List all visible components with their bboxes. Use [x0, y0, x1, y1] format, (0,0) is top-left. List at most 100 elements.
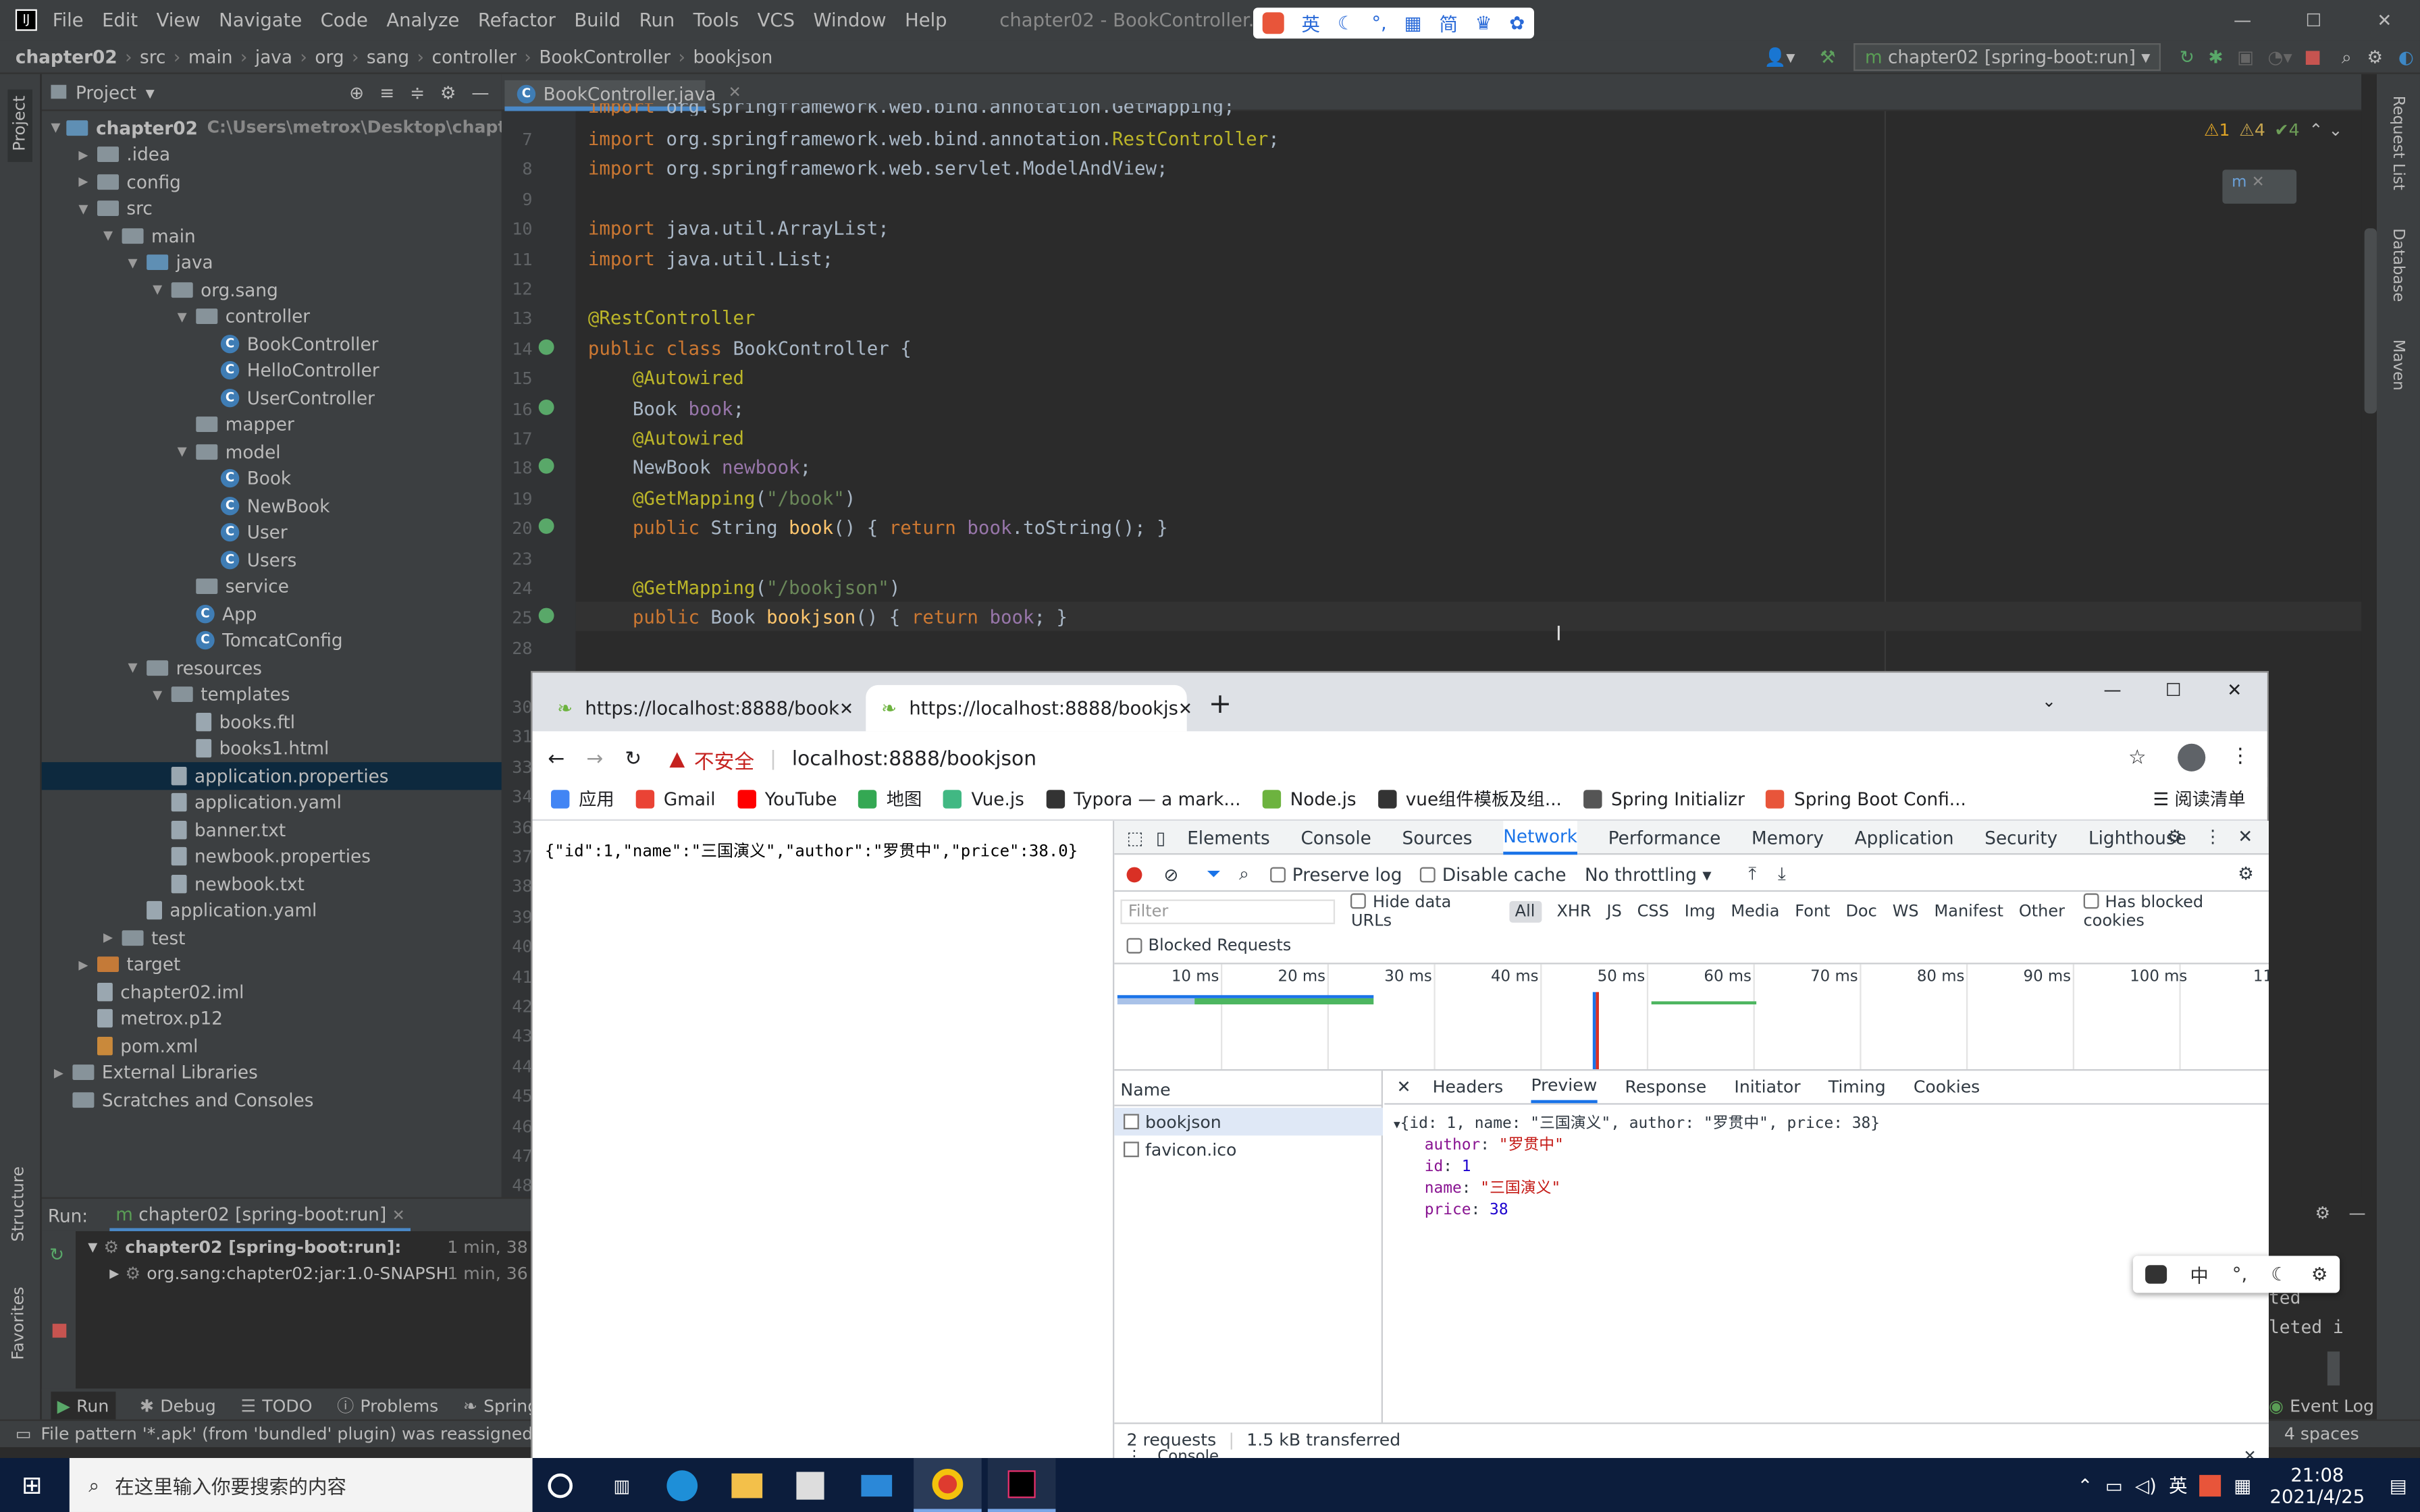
menu-tools[interactable]: Tools — [693, 9, 739, 31]
search-icon[interactable]: ⌕ — [2342, 45, 2352, 68]
type-filter-all[interactable]: All — [1508, 900, 1542, 923]
collapse-icon[interactable]: ≑ — [410, 82, 425, 103]
close-tab-icon[interactable]: ✕ — [839, 698, 853, 718]
code-line[interactable]: @GetMapping("/bookjson") — [588, 577, 900, 599]
chevron-down-icon[interactable]: ▼ — [101, 229, 116, 243]
maven-popup[interactable]: m ✕ — [2222, 169, 2297, 204]
rerun-icon[interactable]: ↻ — [2180, 47, 2194, 68]
code-line[interactable]: @RestController — [588, 308, 756, 329]
breadcrumb-item[interactable]: src — [140, 45, 165, 67]
tree-item[interactable]: C NewBook — [42, 492, 502, 519]
sogou-tray-icon[interactable] — [2199, 1474, 2221, 1496]
tree-item[interactable]: ▼ src — [42, 195, 502, 222]
throttling-select[interactable]: No throttling ▾ — [1585, 863, 1712, 885]
detail-tab-preview[interactable]: Preview — [1531, 1071, 1598, 1104]
detail-tab-cookies[interactable]: Cookies — [1914, 1073, 1980, 1102]
breadcrumb-item[interactable]: main — [188, 45, 233, 67]
chevron-down-icon[interactable]: ▼ — [76, 202, 91, 216]
code-line[interactable]: import org.springframework.web.bind.anno… — [588, 128, 1280, 150]
menu-vcs[interactable]: VCS — [758, 9, 795, 31]
tree-item[interactable]: C BookController — [42, 330, 502, 357]
input-lang[interactable]: 英 — [2169, 1472, 2187, 1498]
export-icon[interactable]: ⤓ — [1778, 863, 1786, 886]
menu-file[interactable]: File — [53, 9, 84, 31]
menu-help[interactable]: Help — [905, 9, 947, 31]
devtools-tab-network[interactable]: Network — [1503, 819, 1578, 855]
breadcrumb-item[interactable]: controller — [431, 45, 516, 67]
moon-icon[interactable]: ☾ — [1338, 12, 1354, 34]
run-config-select[interactable]: m chapter02 [spring-boot:run] ▾ — [1853, 43, 2161, 72]
tool-tab-debug[interactable]: ✱ Debug — [140, 1395, 216, 1415]
tree-item[interactable]: C HelloController — [42, 357, 502, 384]
chevron-down-icon[interactable]: ▼ — [174, 310, 190, 324]
bean-gutter-icon[interactable] — [538, 399, 554, 414]
bookmark-item[interactable]: YouTube — [737, 788, 837, 809]
tree-item[interactable]: newbook.txt — [42, 870, 502, 897]
menu-edit[interactable]: Edit — [102, 9, 138, 31]
detail-tab-initiator[interactable]: Initiator — [1734, 1073, 1800, 1102]
menu-analyze[interactable]: Analyze — [386, 9, 459, 31]
breadcrumb-item[interactable]: chapter02 — [16, 45, 117, 67]
store-icon[interactable] — [797, 1471, 825, 1499]
code-line[interactable]: import java.util.List; — [588, 248, 833, 269]
bookmark-item[interactable]: 地图 — [858, 786, 922, 811]
tree-item[interactable]: ▼ org.sang — [42, 276, 502, 303]
code-line[interactable]: NewBook newbook; — [588, 457, 811, 479]
tree-item[interactable]: banner.txt — [42, 816, 502, 843]
blocked-requests-checkbox[interactable]: Blocked Requests — [1126, 932, 1291, 960]
user-icon[interactable]: 👤▾ — [1764, 47, 1795, 68]
breadcrumb-item[interactable]: bookjson — [693, 45, 772, 67]
chevron-down-icon[interactable]: ▼ — [150, 283, 165, 297]
devtools-tab-application[interactable]: Application — [1855, 821, 1954, 853]
type-filter-other[interactable]: Other — [2019, 902, 2065, 921]
bookmark-item[interactable]: 应用 — [550, 786, 614, 811]
taskbar-search[interactable]: ⌕ 在这里输入你要搜索的内容 — [70, 1457, 533, 1512]
tree-item[interactable]: ▼ chapter02 C:\Users\metrox\Desktop\chapte… — [42, 114, 549, 141]
volume-icon[interactable]: ◁) — [2135, 1474, 2157, 1496]
tree-item[interactable]: mapper — [42, 411, 502, 438]
coverage-icon[interactable]: ▣ — [2237, 47, 2254, 68]
intellij-icon[interactable] — [988, 1457, 1057, 1512]
preserve-log-checkbox[interactable]: Preserve log — [1270, 863, 1402, 885]
tree-item[interactable]: ▼ model — [42, 438, 502, 465]
code-line[interactable]: @GetMapping("/book") — [588, 487, 856, 509]
hide-icon[interactable]: — — [471, 82, 489, 103]
bookmark-star-icon[interactable]: ☆ — [2128, 747, 2147, 770]
tree-item[interactable]: ▼ main — [42, 222, 502, 249]
devtools-tab-elements[interactable]: Elements — [1187, 821, 1270, 853]
chevron-right-icon[interactable]: ▶ — [101, 931, 116, 945]
chevron-right-icon[interactable]: ▶ — [76, 958, 91, 972]
type-filter-js[interactable]: JS — [1606, 902, 1621, 921]
code-line[interactable]: public Book bookjson() { return book; } — [588, 607, 1068, 628]
gear-icon[interactable]: ⚙ — [2167, 826, 2183, 847]
tab-book[interactable]: ❧ https://localhost:8888/book ✕ — [542, 685, 860, 732]
moon-icon[interactable]: ☾ — [2271, 1264, 2288, 1285]
bookmark-item[interactable]: Typora — a mark... — [1045, 788, 1240, 809]
record-icon[interactable] — [1126, 866, 1142, 882]
more-icon[interactable]: ⋮ — [2204, 826, 2221, 847]
ime-simplified[interactable]: 简 — [1439, 10, 1457, 36]
warning-icon[interactable]: ▲ — [669, 747, 685, 770]
database-tab[interactable]: Database — [2389, 228, 2406, 306]
close-button[interactable]: ✕ — [2227, 679, 2242, 701]
menu-navigate[interactable]: Navigate — [219, 9, 302, 31]
start-icon[interactable]: ⊞ — [22, 1470, 43, 1499]
tree-item[interactable]: C Book — [42, 465, 502, 492]
breadcrumb-item[interactable]: org — [315, 45, 344, 67]
preview-field[interactable]: name: "三国演义" — [1425, 1179, 1880, 1200]
breadcrumb-item[interactable]: BookController — [539, 45, 670, 67]
close-tab-icon[interactable]: ✕ — [729, 85, 741, 102]
close-tab-icon[interactable]: ✕ — [1178, 698, 1192, 718]
preview-field[interactable]: id: 1 — [1425, 1157, 1880, 1179]
disable-cache-checkbox[interactable]: Disable cache — [1420, 863, 1567, 885]
bookmark-item[interactable]: Gmail — [635, 788, 716, 809]
inspect-icon[interactable]: ⬚ — [1127, 826, 1144, 848]
chevron-down-icon[interactable]: ▼ — [51, 121, 60, 135]
structure-tool-tab[interactable]: Structure — [9, 1166, 28, 1247]
devtools-tab-sources[interactable]: Sources — [1402, 821, 1473, 853]
breadcrumb-item[interactable]: sang — [367, 45, 409, 67]
hide-data-urls-checkbox[interactable]: Hide data URLs — [1350, 893, 1496, 930]
code-line[interactable]: public class BookController { — [588, 338, 912, 359]
type-filter-doc[interactable]: Doc — [1845, 902, 1876, 921]
breadcrumb-item[interactable]: java — [255, 45, 292, 67]
